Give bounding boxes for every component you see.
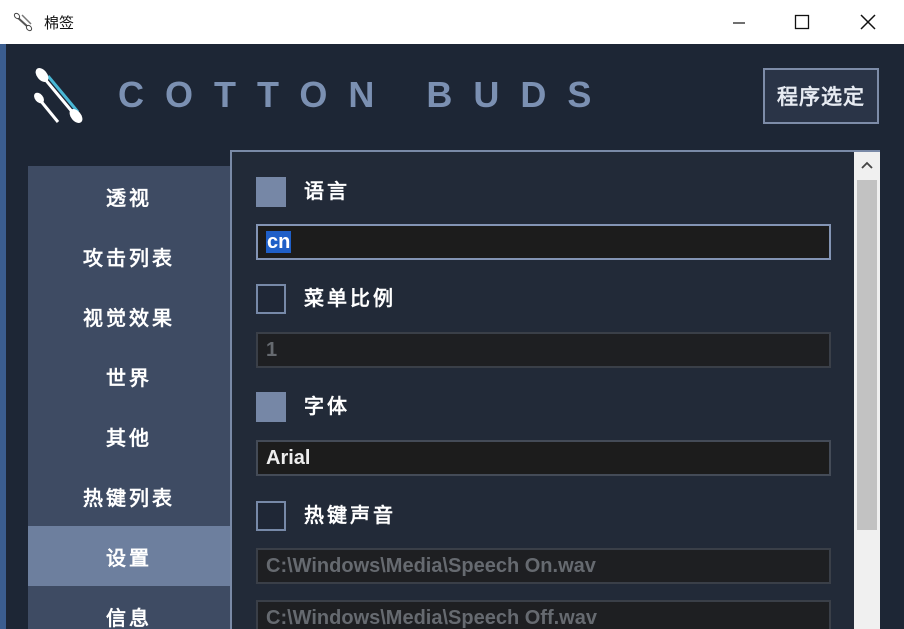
font-input[interactable]: Arial [256,440,831,476]
main-window: COTTON BUDS 程序选定 透视 攻击列表 视觉效果 世界 其他 热键列表… [6,44,904,629]
language-input[interactable]: cn [256,224,831,260]
sidebar-item-attack-list[interactable]: 攻击列表 [28,226,230,286]
language-value: cn [266,231,292,253]
menu-scale-label: 菜单比例 [304,286,396,310]
hotkey-sound-checkbox[interactable] [256,501,286,531]
minimize-icon [733,22,745,24]
sidebar-item-hotkey-list[interactable]: 热键列表 [28,466,230,526]
sidebar-item-label: 信息 [106,605,152,629]
sidebar-item-other[interactable]: 其他 [28,406,230,466]
close-button[interactable] [836,0,900,44]
menu-scale-value: 1 [266,339,278,361]
sidebar-item-label: 透视 [106,185,152,210]
sidebar: 透视 攻击列表 视觉效果 世界 其他 热键列表 设置 信息 [28,166,230,629]
hotkey-sound-off-value: C:\Windows\Media\Speech Off.wav [266,607,597,629]
font-checkbox[interactable] [256,392,286,422]
scroll-up-button[interactable] [854,152,880,178]
scroll-thumb[interactable] [857,180,877,530]
sidebar-item-esp[interactable]: 透视 [28,166,230,226]
language-checkbox[interactable] [256,177,286,207]
close-icon [860,14,876,30]
maximize-icon [794,14,810,30]
logo-text: COTTON BUDS [118,74,613,115]
hotkey-sound-on-value: C:\Windows\Media\Speech On.wav [266,555,596,577]
hotkey-sound-off-input[interactable]: C:\Windows\Media\Speech Off.wav [256,600,831,629]
font-label: 字体 [304,394,350,418]
language-label: 语言 [304,179,350,203]
cotton-swab-logo-icon [32,66,88,128]
cotton-swab-icon [13,12,33,32]
sidebar-item-label: 世界 [106,365,152,390]
hotkey-sound-on-input[interactable]: C:\Windows\Media\Speech On.wav [256,548,831,584]
sidebar-item-label: 热键列表 [83,485,175,510]
chevron-up-icon [861,161,873,169]
window-title: 棉签 [44,14,75,32]
sidebar-item-label: 设置 [106,545,152,570]
vertical-scrollbar[interactable] [854,152,880,629]
sidebar-item-settings[interactable]: 设置 [28,526,230,586]
sidebar-item-label: 视觉效果 [83,305,175,330]
title-bar: 棉签 [0,0,904,44]
sidebar-item-label: 其他 [106,425,152,450]
sidebar-item-world[interactable]: 世界 [28,346,230,406]
font-value: Arial [266,447,311,469]
program-select-button[interactable]: 程序选定 [763,68,879,124]
sidebar-item-label: 攻击列表 [83,245,175,270]
sidebar-item-visual-effects[interactable]: 视觉效果 [28,286,230,346]
hotkey-sound-label: 热键声音 [304,503,396,527]
menu-scale-checkbox[interactable] [256,284,286,314]
minimize-button[interactable] [707,0,771,44]
sidebar-item-info[interactable]: 信息 [28,586,230,629]
menu-scale-input[interactable]: 1 [256,332,831,368]
maximize-button[interactable] [770,0,834,44]
